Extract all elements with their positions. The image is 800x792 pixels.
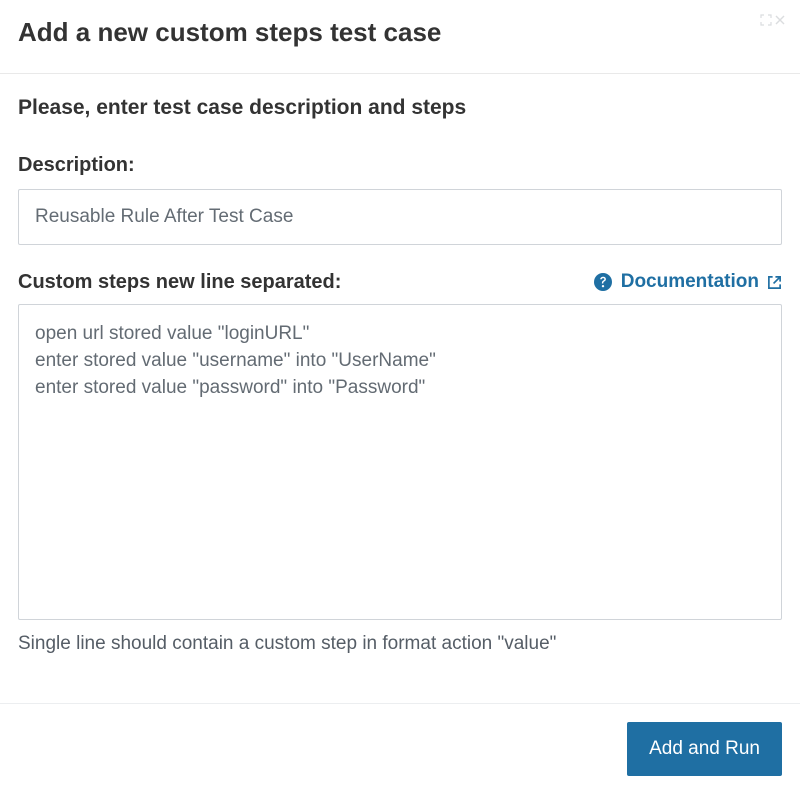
steps-header-row: Custom steps new line separated: Documen…	[18, 271, 782, 294]
modal-footer: Add and Run	[0, 703, 800, 792]
help-icon	[593, 272, 613, 292]
documentation-label: Documentation	[621, 271, 759, 293]
close-icon[interactable]	[774, 14, 786, 26]
steps-label: Custom steps new line separated:	[18, 271, 341, 294]
expand-icon[interactable]	[760, 14, 772, 26]
add-custom-steps-modal: Add a new custom steps test case Please,…	[0, 0, 800, 792]
description-input[interactable]	[18, 189, 782, 245]
modal-body: Please, enter test case description and …	[0, 74, 800, 703]
external-link-icon	[767, 275, 782, 290]
steps-textarea[interactable]	[18, 304, 782, 620]
documentation-link[interactable]: Documentation	[593, 271, 782, 293]
modal-title: Add a new custom steps test case	[18, 18, 441, 47]
steps-hint: Single line should contain a custom step…	[18, 633, 782, 655]
description-label: Description:	[18, 154, 782, 177]
header-controls	[760, 14, 786, 26]
instruction-text: Please, enter test case description and …	[18, 96, 782, 120]
modal-header: Add a new custom steps test case	[0, 0, 800, 74]
add-and-run-button[interactable]: Add and Run	[627, 722, 782, 776]
